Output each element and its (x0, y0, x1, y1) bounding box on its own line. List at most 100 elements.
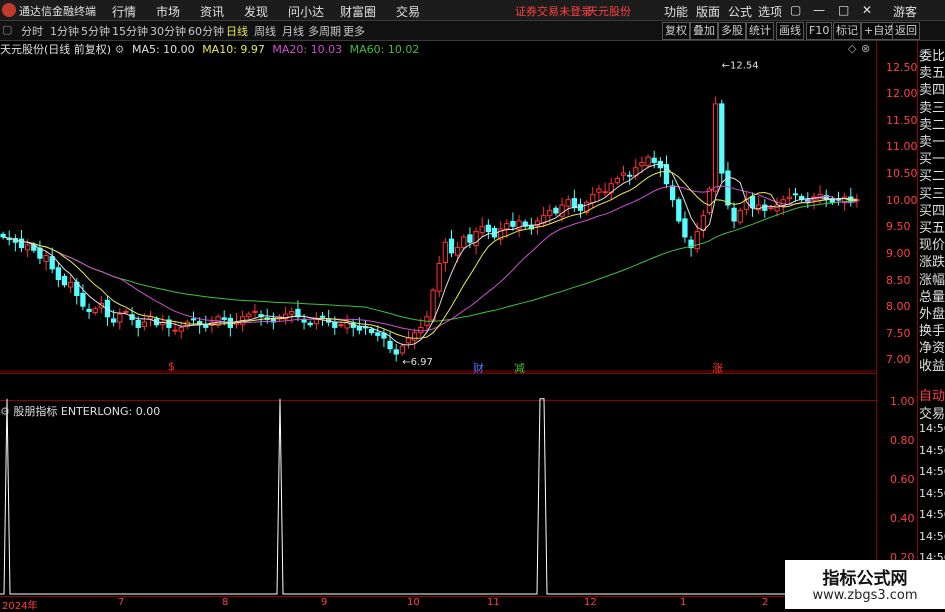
candle-body (651, 157, 657, 163)
ma-settings-icon[interactable]: ⚙ (115, 43, 125, 56)
quote-label: 卖四 (919, 83, 945, 99)
quote-label: 卖一 (919, 135, 945, 150)
collapse-icon[interactable]: ⊗ (861, 42, 870, 55)
period-30min[interactable]: 30分钟 (150, 23, 186, 39)
price-tick: 7.00 (886, 353, 911, 367)
period-toolbar: ▢ 分时 1分钟 5分钟 15分钟 30分钟 60分钟 日线 周线 月线 多周期… (0, 21, 945, 41)
btn-draw[interactable]: 画线 (776, 22, 804, 40)
period-daily[interactable]: 日线 (226, 23, 248, 39)
price-tick: 11.00 (886, 140, 918, 154)
period-multi[interactable]: 多周期 (308, 23, 341, 39)
trade-label[interactable]: 交易 (919, 403, 945, 422)
period-weekly[interactable]: 周线 (254, 23, 276, 39)
menu-discover[interactable]: 发现 (244, 3, 268, 20)
btn-adjust[interactable]: 复权 (662, 22, 690, 40)
quote-label: 买一 (919, 152, 945, 168)
date-tick: 10 (407, 597, 420, 608)
candle-body (768, 207, 774, 210)
menu-function[interactable]: 功能 (664, 3, 688, 20)
candle-body (737, 209, 743, 223)
candle-body (430, 289, 436, 321)
menu-layout[interactable]: 版面 (696, 3, 720, 20)
menu-quotes[interactable]: 行情 (112, 3, 136, 20)
ma20-line (2, 185, 857, 332)
candle-body (786, 196, 793, 200)
candle-body (448, 238, 455, 254)
btn-back[interactable]: 返回 (892, 22, 920, 40)
candle-body (393, 349, 399, 355)
candle-body (547, 209, 553, 217)
btn-multistock[interactable]: 多股 (718, 22, 746, 40)
btn-f10[interactable]: F10 (806, 22, 833, 40)
candle-body (356, 325, 363, 331)
date-tick: 12 (584, 597, 597, 608)
quote-label: 买二 (919, 169, 945, 185)
period-monthly[interactable]: 月线 (282, 23, 304, 39)
indicator-chart[interactable] (0, 386, 877, 596)
menu-trade[interactable]: 交易 (396, 3, 420, 20)
candle-body (479, 225, 485, 234)
menu-wealth[interactable]: 财富圈 (340, 3, 376, 20)
candle-body (571, 198, 578, 209)
user-guest[interactable]: 游客 (893, 3, 917, 20)
marker-dollar[interactable]: $ (168, 360, 175, 373)
axis-separator (876, 41, 877, 609)
maximize-icon[interactable]: □ (838, 3, 849, 17)
candle-body (626, 174, 633, 177)
quote-label: 总量 (919, 289, 945, 305)
period-more[interactable]: 更多 (343, 23, 365, 39)
candle-body (338, 324, 344, 327)
menu-options[interactable]: 选项 (758, 3, 782, 20)
trade-time: 14:56 (919, 465, 945, 478)
menu-news[interactable]: 资讯 (200, 3, 224, 20)
candle-body (712, 103, 719, 192)
date-tick: 8 (222, 597, 229, 608)
candle-body (252, 310, 258, 313)
restore-icon[interactable]: ▢ (790, 3, 801, 17)
toolbar-box-icon[interactable]: ▢ (2, 23, 12, 36)
period-60min[interactable]: 60分钟 (188, 23, 224, 39)
login-notice[interactable]: 证券交易未登录 (515, 3, 592, 19)
btn-stats[interactable]: 统计 (746, 22, 774, 40)
stock-tab[interactable]: 天元股份 (587, 3, 631, 19)
period-15min[interactable]: 15分钟 (112, 23, 148, 39)
candle-body (645, 156, 651, 167)
candle-body (774, 204, 780, 212)
candle-body (792, 193, 799, 196)
quote-label: 买四 (919, 203, 945, 219)
candle-body (387, 340, 393, 350)
date-tick: 9 (321, 597, 328, 608)
minimize-icon[interactable]: — (813, 3, 825, 17)
price-tick: 12.50 (886, 60, 918, 74)
candle-body (368, 329, 375, 334)
candle-body (289, 310, 295, 315)
period-5min[interactable]: 5分钟 (81, 23, 110, 39)
candle-body (461, 236, 467, 249)
quote-label: 涨跌 (919, 255, 945, 271)
trade-time: 14:56 (919, 486, 945, 500)
low-annotation: ←6.97 (402, 357, 433, 368)
date-tick: 7 (118, 597, 125, 608)
btn-mark[interactable]: 标记 (833, 22, 861, 40)
menu-formula[interactable]: 公式 (728, 3, 752, 20)
candle-body (725, 170, 731, 206)
auto-label[interactable]: 自动 (919, 385, 945, 404)
btn-overlay[interactable]: 叠加 (690, 22, 718, 40)
candle-body (203, 324, 209, 328)
menu-ask[interactable]: 问小达 (288, 3, 324, 20)
period-timeshare[interactable]: 分时 (21, 23, 43, 39)
watermark: 指标公式网 www.zbgs3.com (785, 560, 945, 609)
menu-market[interactable]: 市场 (156, 3, 180, 20)
quote-label: 涨幅 (919, 272, 945, 288)
candlestick-chart[interactable]: ←12.54 ←6.97 (0, 56, 877, 372)
candle-body (18, 238, 25, 249)
close-icon[interactable]: ✕ (862, 3, 872, 17)
candle-body (405, 337, 412, 344)
watermark-title: 指标公式网 (822, 569, 908, 589)
diamond-icon[interactable]: ◇ (848, 42, 856, 55)
candle-body (135, 320, 141, 328)
candle-body (731, 207, 737, 222)
period-1min[interactable]: 1分钟 (50, 23, 79, 39)
candle-body (473, 231, 479, 246)
candle-body (55, 267, 62, 281)
